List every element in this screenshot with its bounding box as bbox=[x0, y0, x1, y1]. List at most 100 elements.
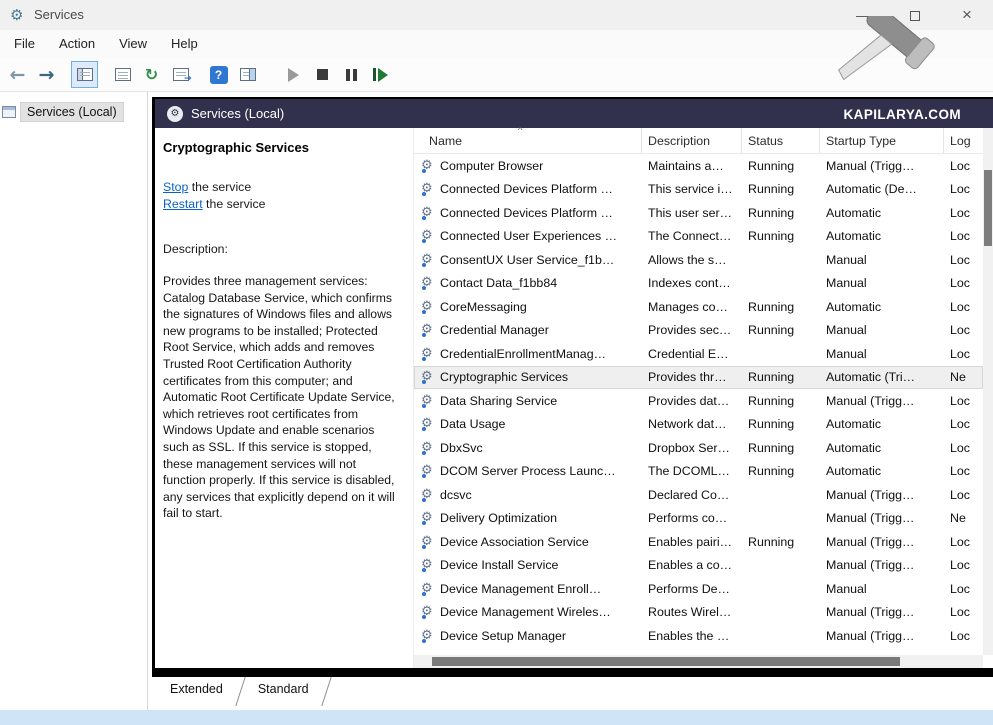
table-row[interactable]: ⚙ Cryptographic Services Provides thr… R… bbox=[414, 366, 983, 390]
service-name: Connected User Experiences … bbox=[440, 229, 617, 243]
table-header: ^ Name Description Status Startup Type L… bbox=[414, 128, 993, 154]
tree-item-services-local[interactable]: Services (Local) bbox=[2, 101, 147, 123]
service-startup-type: Manual bbox=[820, 582, 944, 596]
service-description: Manages co… bbox=[642, 300, 742, 314]
table-row[interactable]: ⚙ Connected Devices Platform … This serv… bbox=[414, 178, 983, 202]
table-row[interactable]: ⚙ Device Setup Manager Enables the … Man… bbox=[414, 624, 983, 648]
horizontal-scrollbar-thumb[interactable] bbox=[432, 657, 900, 666]
service-log-on-as: Ne bbox=[944, 370, 983, 384]
menu-file[interactable]: File bbox=[2, 30, 47, 58]
table-row[interactable]: ⚙ CoreMessaging Manages co… Running Auto… bbox=[414, 295, 983, 319]
service-name: CredentialEnrollmentManag… bbox=[440, 347, 606, 361]
service-name: Device Management Enroll… bbox=[440, 582, 601, 596]
table-row[interactable]: ⚙ Device Management Wireles… Routes Wire… bbox=[414, 601, 983, 625]
minimize-icon: — bbox=[856, 7, 870, 23]
menu-view[interactable]: View bbox=[107, 30, 159, 58]
service-log-on-as: Loc bbox=[944, 229, 983, 243]
service-description: Indexes cont… bbox=[642, 276, 742, 290]
service-startup-type: Manual (Trigg… bbox=[820, 488, 944, 502]
service-description: Declared Co… bbox=[642, 488, 742, 502]
service-name: dcsvc bbox=[440, 488, 472, 502]
table-row[interactable]: ⚙ Device Management Enroll… Performs De…… bbox=[414, 577, 983, 601]
table-row[interactable]: ⚙ Connected Devices Platform … This user… bbox=[414, 201, 983, 225]
table-row[interactable]: ⚙ Data Usage Network dat… Running Automa… bbox=[414, 413, 983, 437]
service-gear-icon: ⚙ bbox=[421, 347, 440, 361]
column-header-startup-type[interactable]: Startup Type bbox=[820, 128, 944, 153]
export-list-button[interactable]: → bbox=[167, 61, 194, 88]
bottom-status-strip bbox=[0, 710, 993, 725]
pause-service-button[interactable] bbox=[338, 61, 365, 88]
console-tree-toggle[interactable] bbox=[71, 61, 98, 88]
service-startup-type: Automatic bbox=[820, 206, 944, 220]
service-status: Running bbox=[742, 229, 820, 243]
start-service-button[interactable] bbox=[280, 61, 307, 88]
service-description: Enables pairi… bbox=[642, 535, 742, 549]
service-gear-icon: ⚙ bbox=[421, 253, 440, 267]
menu-action[interactable]: Action bbox=[47, 30, 107, 58]
table-row[interactable]: ⚙ ConsentUX User Service_f1b… Allows the… bbox=[414, 248, 983, 272]
service-gear-icon: ⚙ bbox=[421, 511, 440, 525]
service-description: Performs co… bbox=[642, 511, 742, 525]
selected-service-title: Cryptographic Services bbox=[163, 140, 399, 155]
table-row[interactable]: ⚙ Data Sharing Service Provides dat… Run… bbox=[414, 389, 983, 413]
service-status: Running bbox=[742, 370, 820, 384]
properties-button[interactable] bbox=[109, 61, 136, 88]
service-startup-type: Manual bbox=[820, 253, 944, 267]
service-log-on-as: Ne bbox=[944, 511, 983, 525]
column-label: Description bbox=[648, 134, 710, 148]
service-description: This service i… bbox=[642, 182, 742, 196]
column-header-description[interactable]: Description bbox=[642, 128, 742, 153]
table-row[interactable]: ⚙ dcsvc Declared Co… Manual (Trigg… Loc bbox=[414, 483, 983, 507]
refresh-button[interactable]: ↻ bbox=[138, 61, 165, 88]
menu-help[interactable]: Help bbox=[159, 30, 210, 58]
help-button[interactable]: ? bbox=[205, 61, 232, 88]
service-name: Delivery Optimization bbox=[440, 511, 557, 525]
service-log-on-as: Loc bbox=[944, 535, 983, 549]
extended-pane-button[interactable] bbox=[234, 61, 261, 88]
help-icon: ? bbox=[210, 66, 228, 84]
restart-service-icon bbox=[373, 68, 388, 82]
vertical-scrollbar[interactable] bbox=[983, 128, 993, 655]
service-name: DbxSvc bbox=[440, 441, 483, 455]
table-row[interactable]: ⚙ Connected User Experiences … The Conne… bbox=[414, 225, 983, 249]
table-row[interactable]: ⚙ Credential Manager Provides sec… Runni… bbox=[414, 319, 983, 343]
back-button[interactable]: ← bbox=[4, 61, 31, 88]
table-row[interactable]: ⚙ Device Association Service Enables pai… bbox=[414, 530, 983, 554]
horizontal-scrollbar[interactable] bbox=[414, 655, 983, 668]
restart-service-link[interactable]: Restart bbox=[163, 197, 203, 211]
restart-service-suffix: the service bbox=[203, 197, 266, 211]
stop-service-link[interactable]: Stop bbox=[163, 180, 188, 194]
minimize-button[interactable]: — bbox=[837, 0, 889, 30]
table-row[interactable]: ⚙ DbxSvc Dropbox Ser… Running Automatic … bbox=[414, 436, 983, 460]
forward-button[interactable]: → bbox=[33, 61, 60, 88]
service-name: DCOM Server Process Launc… bbox=[440, 464, 616, 478]
service-name: CoreMessaging bbox=[440, 300, 527, 314]
service-gear-icon: ⚙ bbox=[421, 535, 440, 549]
service-startup-type: Automatic bbox=[820, 441, 944, 455]
column-header-status[interactable]: Status bbox=[742, 128, 820, 153]
service-description: Enables the … bbox=[642, 629, 742, 643]
close-button[interactable]: × bbox=[941, 0, 993, 30]
table-row[interactable]: ⚙ Computer Browser Maintains a… Running … bbox=[414, 154, 983, 178]
service-gear-icon: ⚙ bbox=[421, 488, 440, 502]
table-row[interactable]: ⚙ Device Install Service Enables a co… M… bbox=[414, 554, 983, 578]
table-row[interactable]: ⚙ DCOM Server Process Launc… The DCOML… … bbox=[414, 460, 983, 484]
tab-standard[interactable]: Standard bbox=[243, 677, 324, 706]
service-gear-icon: ⚙ bbox=[421, 323, 440, 337]
tab-extended[interactable]: Extended bbox=[155, 677, 238, 706]
service-gear-icon: ⚙ bbox=[421, 159, 440, 173]
maximize-button[interactable] bbox=[889, 0, 941, 30]
title-bar: ⚙ Services — × bbox=[0, 0, 993, 30]
stop-service-button[interactable] bbox=[309, 61, 336, 88]
restart-service-button[interactable] bbox=[367, 61, 394, 88]
service-log-on-as: Loc bbox=[944, 276, 983, 290]
table-row[interactable]: ⚙ Contact Data_f1bb84 Indexes cont… Manu… bbox=[414, 272, 983, 296]
description-text: Provides three management services: Cata… bbox=[163, 273, 399, 522]
service-log-on-as: Loc bbox=[944, 558, 983, 572]
table-row[interactable]: ⚙ CredentialEnrollmentManag… Credential … bbox=[414, 342, 983, 366]
table-row[interactable]: ⚙ Delivery Optimization Performs co… Man… bbox=[414, 507, 983, 531]
service-description: Performs De… bbox=[642, 582, 742, 596]
panel-header-band: ⚙ Services (Local) KAPILARYA.COM bbox=[155, 99, 993, 128]
column-header-name[interactable]: ^ Name bbox=[414, 128, 642, 153]
vertical-scrollbar-thumb[interactable] bbox=[984, 170, 992, 246]
